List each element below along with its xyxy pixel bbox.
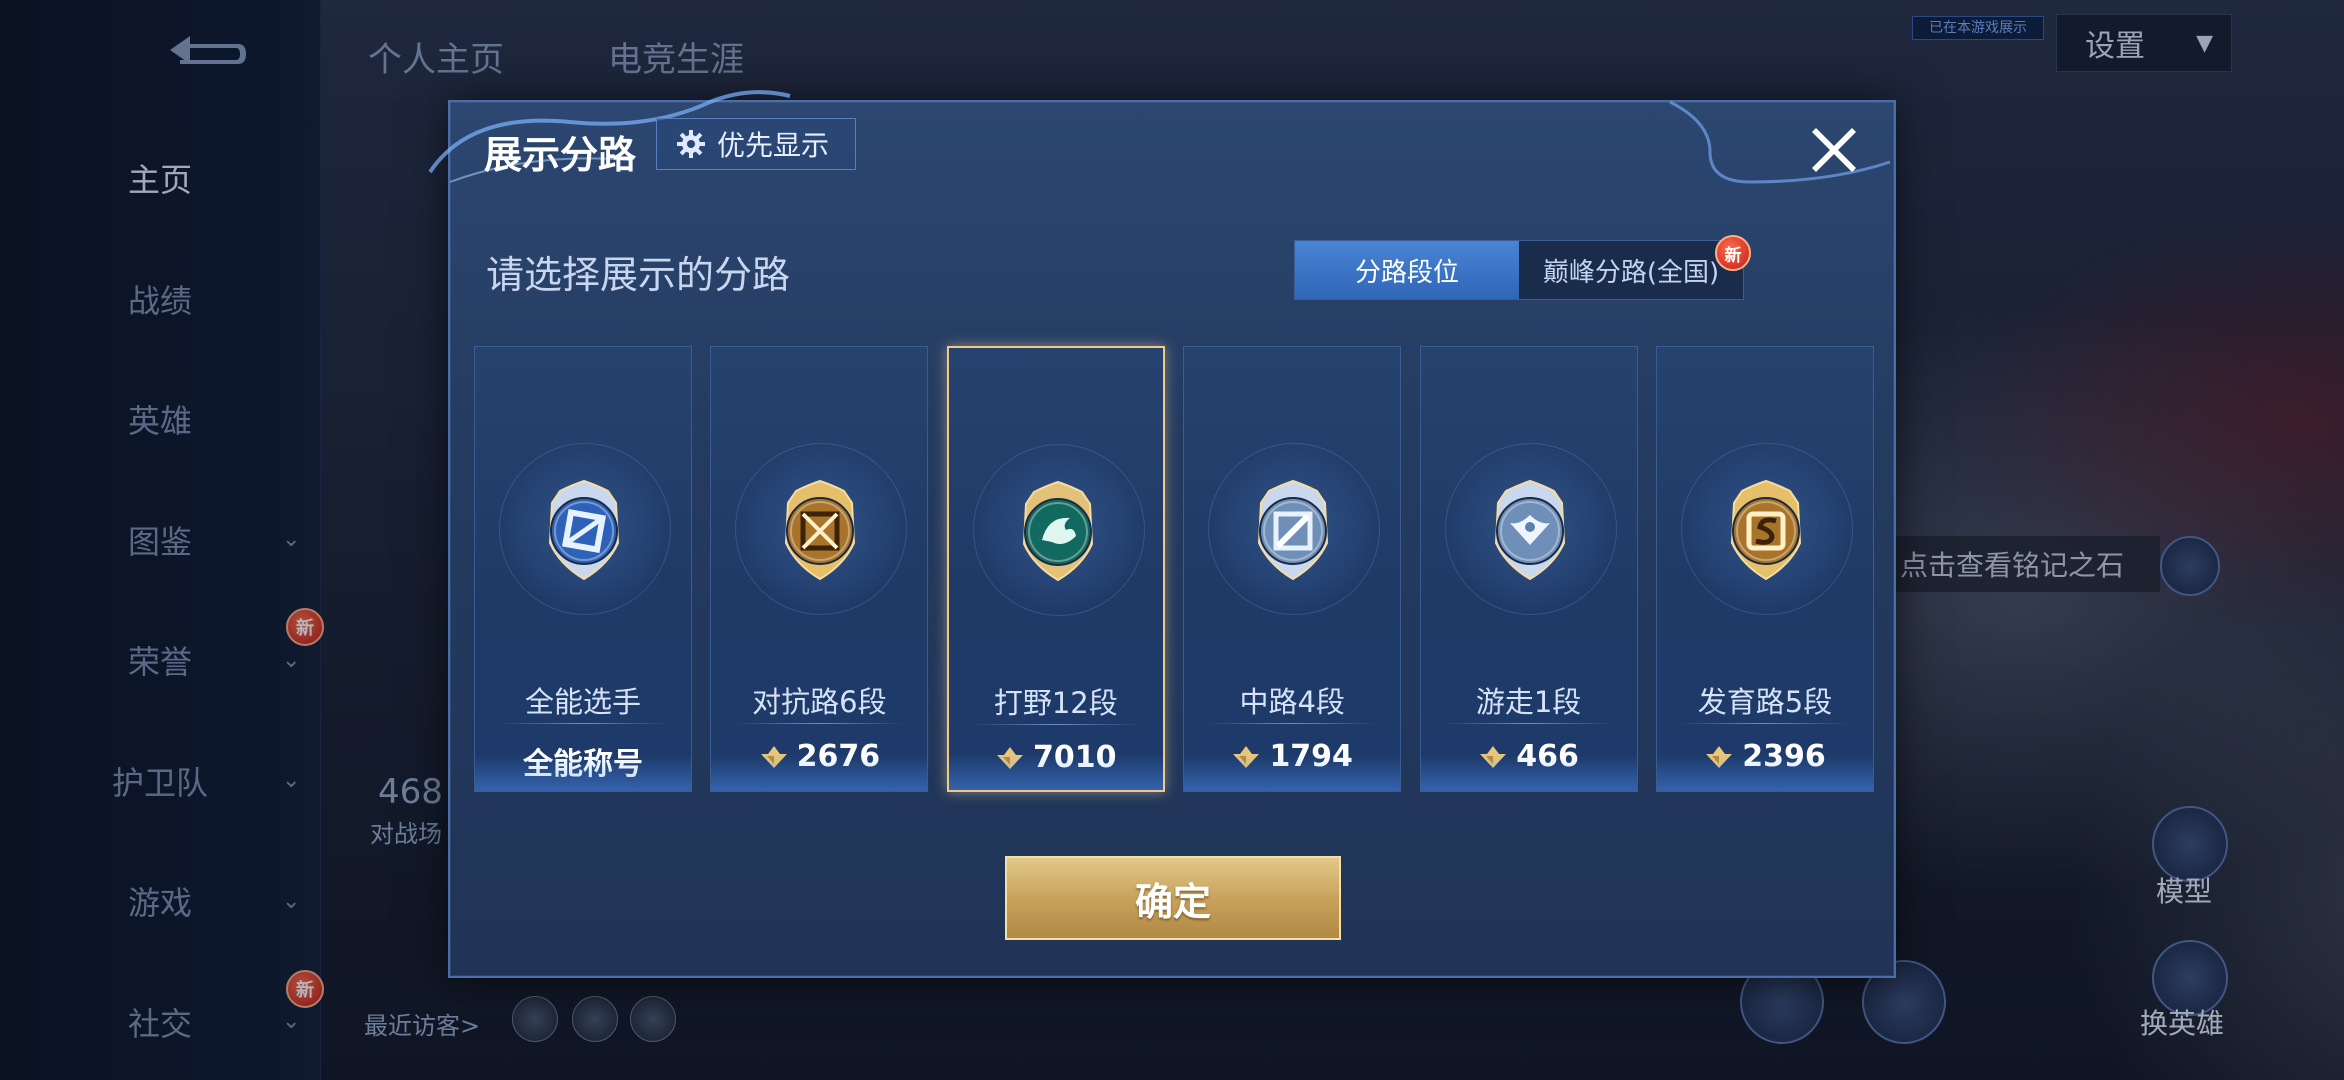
card-glow <box>711 755 928 791</box>
mid-lane-emblem-icon <box>1258 479 1329 581</box>
divider <box>1442 723 1615 724</box>
farm-lane-emblem-icon <box>1730 479 1802 581</box>
clash-lane-emblem-icon <box>785 479 856 581</box>
tab-lane-rank[interactable]: 分路段位 <box>1295 241 1519 299</box>
allround-emblem-icon <box>548 479 620 581</box>
lane-card[interactable]: 全能选手全能称号 <box>474 346 692 792</box>
lane-card[interactable]: 游走1段466 <box>1419 346 1638 792</box>
lane-name: 游走1段 <box>1475 685 1582 719</box>
roam-emblem-icon <box>1494 479 1565 581</box>
priority-display-label: 优先显示 <box>717 129 830 162</box>
confirm-button[interactable]: 确定 <box>1005 856 1341 940</box>
close-icon[interactable] <box>1802 118 1866 182</box>
divider <box>970 724 1141 725</box>
lane-name: 全能选手 <box>524 685 641 719</box>
tab-lane-rank-label: 分路段位 <box>1354 257 1459 288</box>
card-glow <box>1184 755 1401 791</box>
lane-card[interactable]: 打野12段7010 <box>946 346 1165 792</box>
decorative-swirl <box>428 90 1891 184</box>
lane-card[interactable]: 发育路5段2396 <box>1656 346 1874 792</box>
lane-tab-switch: 分路段位 巅峰分路(全国) 新 <box>1294 235 1751 300</box>
select-lane-prompt: 请选择展示的分路 <box>486 253 791 297</box>
card-glow <box>1420 755 1637 791</box>
tab-peak-lane[interactable]: 巅峰分路(全国) 新 <box>1519 235 1751 299</box>
lane-card[interactable]: 中路4段1794 <box>1183 346 1402 792</box>
new-badge: 新 <box>1715 235 1751 271</box>
lane-card-list: 全能选手全能称号对抗路6段2676打野12段7010中路4段1794游走1段46… <box>474 346 1874 796</box>
tab-peak-lane-label: 巅峰分路(全国) <box>1542 257 1720 288</box>
card-glow <box>948 754 1163 790</box>
priority-display-button[interactable]: 优先显示 <box>656 118 856 170</box>
lane-name: 中路4段 <box>1239 685 1345 719</box>
dialog-title: 展示分路 <box>484 133 637 177</box>
divider <box>733 723 906 724</box>
gear-icon <box>677 130 705 158</box>
lane-name: 打野12段 <box>993 686 1118 720</box>
divider <box>1679 723 1851 724</box>
divider <box>1206 723 1379 724</box>
card-glow <box>475 755 691 791</box>
lane-display-dialog: 展示分路 优先显示 请选择展示的分路 分路段位 巅峰分路(全国) 新 全能选手 … <box>428 90 1896 978</box>
card-glow <box>1657 755 1873 791</box>
divider <box>497 723 669 724</box>
lane-name: 发育路5段 <box>1697 685 1833 719</box>
jungle-emblem-icon <box>1022 480 1093 582</box>
lane-name: 对抗路6段 <box>752 685 887 719</box>
lane-card[interactable]: 对抗路6段2676 <box>710 346 929 792</box>
